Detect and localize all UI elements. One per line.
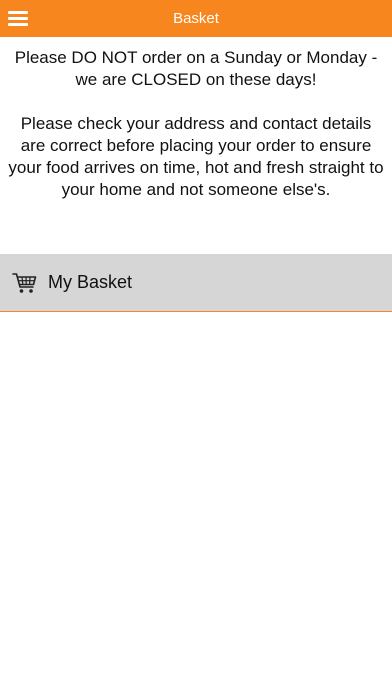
top-bar: Basket — [0, 0, 392, 37]
shopping-cart-icon — [12, 272, 37, 293]
my-basket-label: My Basket — [48, 272, 133, 292]
address-check-notice: Please check your address and contact de… — [8, 114, 384, 199]
page-title: Basket — [173, 10, 219, 27]
basket-screen: Basket Please DO NOT order on a Sunday o… — [0, 0, 392, 696]
closed-days-notice: Please DO NOT order on a Sunday or Monda… — [14, 48, 378, 89]
menu-line — [8, 17, 28, 20]
order-notice: Please DO NOT order on a Sunday or Monda… — [0, 47, 392, 201]
menu-line — [8, 23, 28, 26]
hamburger-menu-icon[interactable] — [8, 9, 28, 27]
menu-line — [8, 11, 28, 14]
my-basket-header[interactable]: My Basket — [0, 254, 392, 312]
